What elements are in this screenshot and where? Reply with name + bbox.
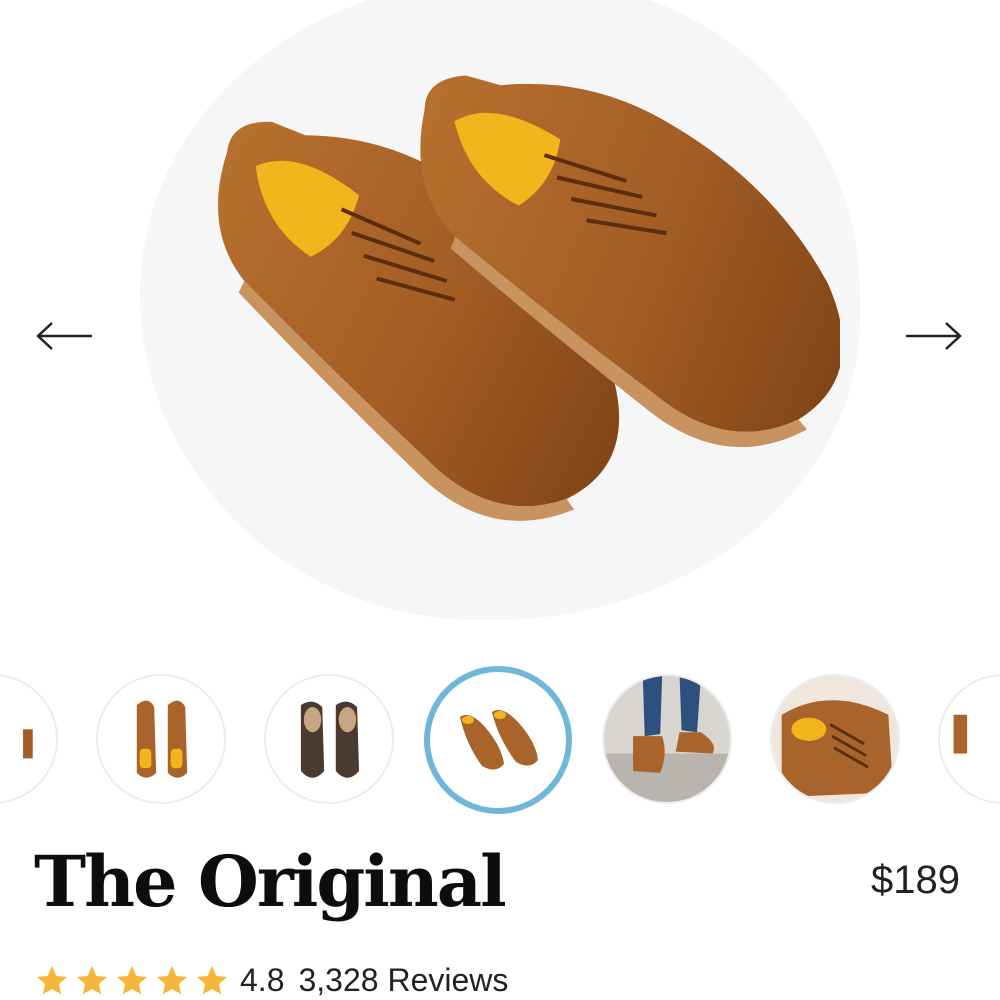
thumb-partial-right[interactable] <box>938 674 1000 804</box>
product-price: $189 <box>871 858 960 902</box>
reviews-link[interactable]: 3,328 Reviews <box>298 962 508 999</box>
thumbnail-carousel <box>0 664 1000 814</box>
hero-shoes-image <box>218 75 840 521</box>
star-icon <box>117 965 147 994</box>
star-icon <box>197 965 227 994</box>
star-icon <box>77 965 107 994</box>
thumb-shoes-on-feet[interactable] <box>602 674 732 804</box>
star-rating <box>34 963 230 999</box>
arrow-left-icon <box>36 322 92 350</box>
arrow-right-icon <box>906 322 962 350</box>
thumb-shoe-detail[interactable] <box>770 674 900 804</box>
thumb-shoes-soles[interactable] <box>264 674 394 804</box>
reviews-label: Reviews <box>387 962 509 998</box>
product-title: The Original <box>34 840 507 923</box>
product-hero-image <box>0 0 1000 660</box>
thumb-shoes-top-view[interactable] <box>96 674 226 804</box>
prev-image-button[interactable] <box>34 316 94 356</box>
thumb-partial-left[interactable] <box>0 674 58 804</box>
thumb-shoes-angled[interactable] <box>424 666 572 814</box>
next-image-button[interactable] <box>904 316 964 356</box>
review-count: 3,328 <box>298 962 379 998</box>
rating-summary: 4.8 3,328 Reviews <box>34 962 508 999</box>
star-icon <box>37 965 67 994</box>
rating-value: 4.8 <box>240 962 285 998</box>
star-icon <box>157 965 187 994</box>
